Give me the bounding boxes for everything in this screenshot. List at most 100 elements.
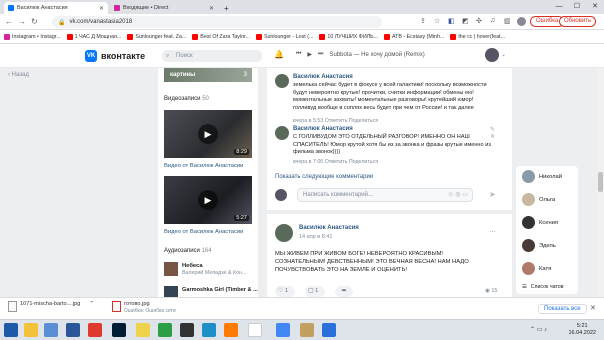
bookmark[interactable]: Sunlounger - Lost (... (255, 33, 313, 40)
back-arrow-icon[interactable]: ← (5, 17, 13, 26)
system-clock[interactable]: 5:21 16.04.2022 (568, 323, 596, 337)
media-icon[interactable]: ♫ (490, 17, 495, 24)
file-explorer-icon[interactable] (24, 323, 38, 337)
comment-button[interactable]: ▢ 1 (305, 286, 325, 297)
tab-vk[interactable]: Василюк Анастасия ✕ (4, 2, 108, 14)
chevron-down-icon[interactable]: ⌄ (501, 51, 506, 58)
app-icon[interactable] (202, 323, 216, 337)
chat-list-link[interactable]: ☰ Список чатов (522, 284, 564, 290)
panel-icon[interactable]: ▥ (504, 17, 511, 25)
comment-input[interactable]: Написать комментарий... ☺ ◎ ▭ (297, 188, 473, 202)
bookmark[interactable]: Instagram • Instagr... (4, 33, 61, 40)
chat-item[interactable]: Ксения (522, 216, 558, 229)
extension-icon[interactable]: ◩ (462, 17, 469, 25)
video-caption[interactable]: Видео от Василюк Анастасии (164, 229, 243, 235)
youtube-favicon-icon (192, 33, 199, 40)
bookmark[interactable]: Sunlounger feat. Za... (127, 33, 186, 40)
tab-instagram[interactable]: Входящие • Direct ✕ (110, 2, 218, 14)
player-track[interactable]: Subbota — Не хочу домой (Remix) (329, 52, 424, 58)
comment-author[interactable]: Василюк Анастасия (293, 126, 353, 132)
close-window-icon[interactable]: ✕ (586, 0, 604, 14)
more-options-icon[interactable]: ⋯ (489, 228, 496, 236)
app-icon[interactable] (158, 323, 172, 337)
close-tab-icon[interactable]: ✕ (209, 5, 214, 12)
update-button[interactable]: Обновить (559, 16, 597, 27)
forward-arrow-icon[interactable]: → (18, 17, 26, 26)
attach-icons[interactable]: ☺ ◎ ▭ (448, 189, 468, 201)
url-input[interactable]: 🔒 vk.com/vanastasia2018 (52, 16, 382, 28)
avatar[interactable] (485, 48, 499, 62)
next-track-icon[interactable]: ⏭ (318, 51, 323, 58)
chat-item[interactable]: Катя (522, 262, 551, 275)
edit-icon[interactable]: ✎ ✕ (490, 126, 500, 140)
bookmark[interactable]: the cc | hover(feat... (450, 33, 506, 40)
chevron-up-icon[interactable]: ⌃ (89, 301, 94, 307)
chat-item[interactable]: Николай (522, 170, 562, 183)
avatar (522, 170, 535, 183)
post-date[interactable]: 14 апр в 8:41 (299, 234, 332, 240)
comment-meta[interactable]: вчера в 7:06 Ответить Поделиться (293, 159, 378, 165)
close-tab-icon[interactable]: ✕ (99, 5, 104, 12)
app-icon[interactable] (44, 323, 58, 337)
prev-track-icon[interactable]: ⏮ (296, 51, 301, 58)
bell-icon[interactable]: 🔔 (274, 50, 284, 59)
download-item[interactable]: 1071-mischa-barto....jpg ⌃ (8, 301, 94, 312)
bookmark[interactable]: Best Of Zara Taylor... (192, 33, 250, 40)
comment-author[interactable]: Василюк Анастасия (293, 74, 353, 80)
firefox-icon[interactable] (224, 323, 238, 337)
bookmark[interactable]: 1 ЧАС Д Мощная... (66, 33, 121, 40)
bookmark[interactable]: 10 ЛУЧШИХ ФИЛЬ... (319, 33, 378, 40)
chat-list: Николай Ольга Ксения Эдель Катя ☰ Список … (516, 166, 578, 294)
yandex-browser-icon[interactable] (248, 323, 262, 337)
app-icon[interactable] (180, 323, 194, 337)
avatar[interactable] (275, 74, 289, 88)
bookmark[interactable]: ATB - Ecstasy (Minh... (384, 33, 444, 40)
file-error-icon (112, 301, 121, 312)
tray-icons[interactable]: ⌃ ▭ ♪ (530, 326, 547, 333)
share-button[interactable]: ➦ (335, 286, 353, 297)
show-more-comments-link[interactable]: Показать следующие комментарии (275, 174, 373, 180)
video-thumbnail[interactable]: ▶ 8:29 (164, 110, 252, 158)
download-item[interactable]: готово.jpg Ошибка: Ошибка сети (112, 301, 176, 314)
start-icon[interactable] (4, 323, 18, 337)
photo-album[interactable]: картины 3 (164, 68, 252, 82)
puzzle-icon[interactable]: ✣ (476, 17, 482, 25)
close-icon[interactable]: ✕ (590, 304, 596, 312)
video-caption[interactable]: Видео от Василюк Анастасии (164, 163, 243, 169)
avatar[interactable] (275, 126, 289, 140)
show-all-downloads-button[interactable]: Показать все (538, 304, 587, 314)
share-icon[interactable]: ⇪ (420, 17, 426, 25)
maximize-icon[interactable]: ☐ (568, 0, 586, 14)
scrollbar[interactable] (597, 68, 604, 297)
search-input[interactable]: ⌕ Поиск (162, 50, 262, 62)
new-tab-button[interactable]: + (220, 2, 232, 14)
post-author[interactable]: Василюк Анастасия (299, 225, 359, 231)
send-icon[interactable]: ➤ (489, 190, 496, 199)
photoshop-icon[interactable] (112, 323, 126, 337)
video-thumbnail[interactable]: ▶ 5:27 (164, 176, 252, 224)
nav-back[interactable]: ‹ Назад (8, 72, 29, 78)
audio-title[interactable]: Аудиозаписи 164 (164, 248, 212, 254)
videos-title[interactable]: Видеозаписи 50 (164, 96, 209, 102)
chrome-icon[interactable] (276, 323, 290, 337)
yandex-icon[interactable] (88, 323, 102, 337)
extension-icon[interactable]: ◧ (448, 17, 455, 25)
app-icon[interactable] (300, 323, 314, 337)
like-button[interactable]: ♡ 1 (275, 286, 295, 297)
bookmark-label: the cc | hover(feat... (458, 33, 506, 40)
profile-avatar[interactable] (517, 17, 526, 26)
word-icon[interactable] (66, 323, 80, 337)
comment-meta[interactable]: вчера в 5:53 Ответить Поделиться (293, 118, 378, 124)
avatar[interactable] (275, 224, 293, 242)
play-icon[interactable]: ▶ (307, 51, 312, 58)
app-icon[interactable] (322, 323, 336, 337)
minimize-icon[interactable]: — (550, 0, 568, 14)
reload-icon[interactable]: ↻ (31, 17, 38, 26)
scrollbar-thumb[interactable] (598, 172, 603, 192)
youtube-favicon-icon (384, 33, 391, 40)
chat-item[interactable]: Эдель (522, 239, 556, 252)
folder-icon[interactable] (136, 323, 150, 337)
vk-logo[interactable]: VK вконтакте (85, 50, 145, 62)
star-icon[interactable]: ☆ (434, 17, 440, 25)
chat-item[interactable]: Ольга (522, 193, 555, 206)
